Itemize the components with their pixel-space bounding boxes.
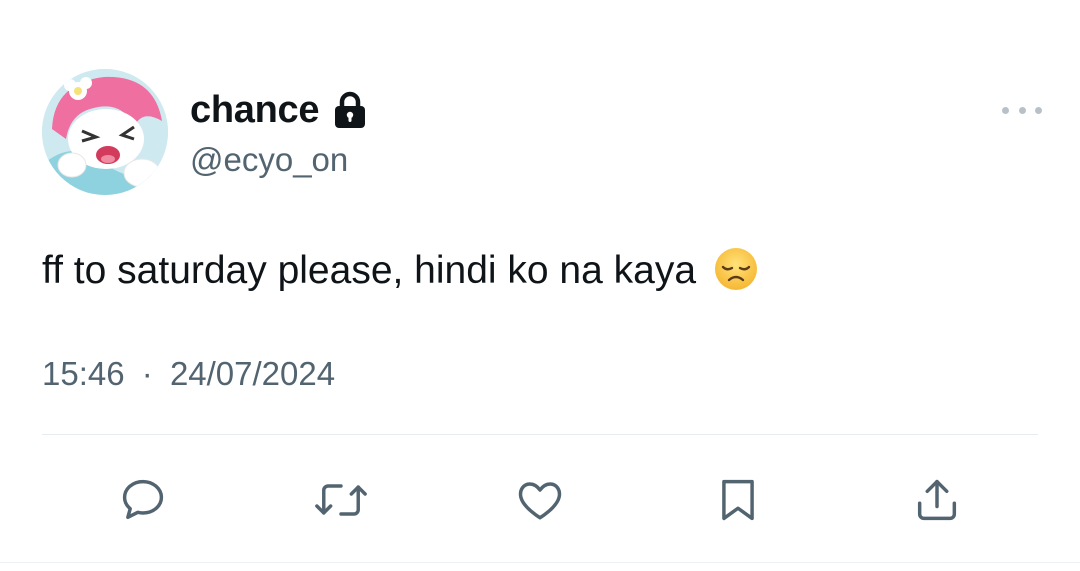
dot — [1002, 106, 1009, 114]
heart-icon — [518, 482, 562, 520]
tweet-card: chance @ecyo_on ff to saturday please, h… — [0, 0, 1080, 571]
speech-bubble-icon — [122, 479, 164, 520]
author-handle[interactable]: @ecyo_on — [190, 141, 348, 179]
reply-button[interactable] — [113, 470, 173, 530]
avatar[interactable] — [42, 69, 168, 195]
disappointed-face-emoji-icon — [713, 246, 759, 292]
share-button[interactable] — [907, 470, 967, 530]
like-button[interactable] — [510, 470, 570, 530]
tweet-date: 24/07/2024 — [169, 355, 336, 392]
retweet-arrows-icon — [315, 484, 367, 516]
bookmark-icon — [722, 479, 754, 521]
tweet-actions-bar — [0, 470, 1080, 530]
dot — [1035, 106, 1042, 114]
divider — [42, 434, 1038, 435]
tweet-time: 15:46 — [42, 355, 125, 392]
timestamp-separator: · — [141, 355, 153, 392]
lock-icon — [333, 91, 367, 129]
tweet-text-content: ff to saturday please, hindi ko na kaya — [42, 249, 697, 292]
retweet-button[interactable] — [311, 470, 371, 530]
share-upload-icon — [917, 479, 957, 521]
author-name-row[interactable]: chance — [190, 88, 367, 132]
bookmark-button[interactable] — [708, 470, 768, 530]
dot — [1018, 106, 1026, 114]
tweet-timestamp[interactable]: 15:46 · 24/07/2024 — [42, 355, 335, 393]
display-name[interactable]: chance — [190, 89, 319, 132]
avatar-image — [42, 69, 168, 195]
tweet-text: ff to saturday please, hindi ko na kaya — [42, 245, 759, 297]
bottom-divider — [0, 562, 1080, 563]
more-options-icon[interactable] — [1002, 98, 1042, 122]
